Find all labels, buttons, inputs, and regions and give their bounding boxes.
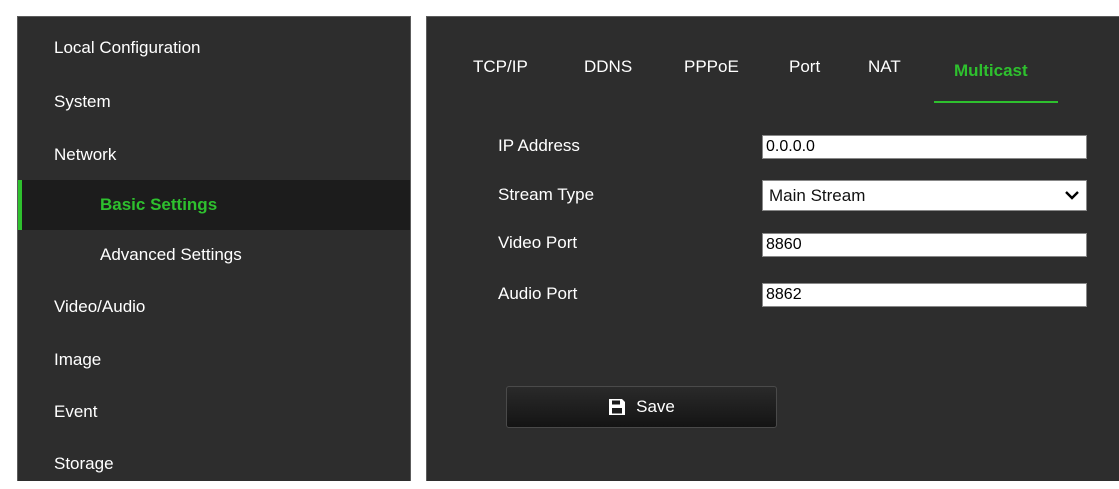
tab-tcp-ip[interactable]: TCP/IP: [473, 57, 528, 77]
sidebar-item-storage[interactable]: Storage: [18, 439, 410, 489]
ip-address-input[interactable]: [762, 135, 1087, 159]
chevron-down-icon: [1065, 191, 1079, 200]
sidebar-item-video-audio[interactable]: Video/Audio: [18, 282, 410, 332]
tab-pppoe[interactable]: PPPoE: [684, 57, 739, 77]
sidebar-item-basic-settings[interactable]: Basic Settings: [18, 180, 410, 230]
sidebar-item-system[interactable]: System: [18, 77, 410, 127]
active-tab-indicator: [934, 101, 1058, 103]
stream-type-value: Main Stream: [769, 186, 866, 205]
audio-port-label: Audio Port: [498, 284, 578, 303]
floppy-disk-icon: [609, 399, 626, 415]
ip-address-label: IP Address: [498, 136, 580, 155]
sidebar-item-event[interactable]: Event: [18, 387, 410, 437]
audio-port-input[interactable]: [762, 283, 1087, 307]
tab-multicast[interactable]: Multicast: [954, 61, 1028, 81]
sidebar-item-image[interactable]: Image: [18, 335, 410, 385]
save-button-label: Save: [636, 397, 675, 416]
tab-nat[interactable]: NAT: [868, 57, 901, 77]
save-button[interactable]: Save: [506, 386, 777, 428]
sidebar-item-network[interactable]: Network: [18, 130, 410, 180]
settings-panel: TCP/IP DDNS PPPoE Port NAT Multicast IP …: [426, 16, 1119, 481]
sidebar: Local Configuration System Network Basic…: [17, 16, 411, 481]
video-port-input[interactable]: [762, 233, 1087, 257]
tab-ddns[interactable]: DDNS: [584, 57, 632, 77]
tab-port[interactable]: Port: [789, 57, 820, 77]
stream-type-select[interactable]: Main Stream: [762, 180, 1087, 211]
video-port-label: Video Port: [498, 233, 578, 252]
sidebar-item-advanced-settings[interactable]: Advanced Settings: [18, 230, 410, 280]
sidebar-item-local-configuration[interactable]: Local Configuration: [18, 23, 410, 73]
stream-type-label: Stream Type: [498, 185, 595, 204]
